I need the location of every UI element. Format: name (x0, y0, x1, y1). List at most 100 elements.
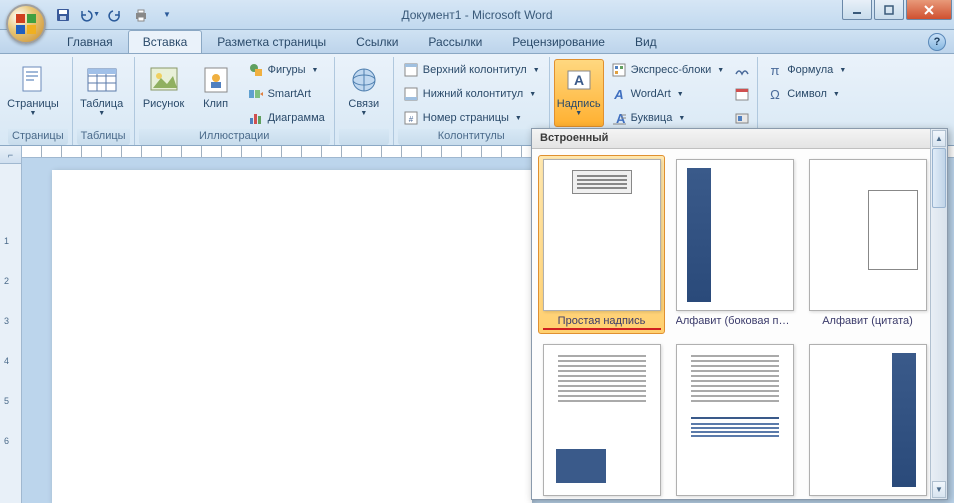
group-pages: Страницы ▼ Страницы (4, 57, 73, 145)
minimize-button[interactable] (842, 0, 872, 20)
links-button[interactable]: Связи ▼ (339, 59, 389, 127)
document-page[interactable] (52, 170, 532, 503)
gallery-item-annual-side[interactable]: Годовой отчет (боков... (804, 340, 931, 499)
group-links-label (339, 129, 389, 145)
wordart-button[interactable]: AWordArt▼ (606, 83, 730, 105)
svg-text:π: π (771, 63, 780, 78)
tab-view[interactable]: Вид (620, 30, 672, 53)
print-button[interactable] (130, 4, 152, 26)
help-button[interactable]: ? (928, 33, 946, 51)
equation-button[interactable]: πФормула▼ (762, 59, 851, 81)
thumb-annual-side (809, 344, 927, 496)
tab-references[interactable]: Ссылки (341, 30, 413, 53)
ruler-corner: ⌐ (0, 146, 21, 164)
quick-access-toolbar: ▼ ▼ (52, 4, 178, 26)
group-tables-label: Таблицы (77, 129, 130, 145)
redo-button[interactable] (104, 4, 126, 26)
footer-icon (403, 86, 419, 102)
qat-customize[interactable]: ▼ (156, 4, 178, 26)
gallery-body: Простая надпись Алфавит (боковая по... А… (532, 149, 947, 499)
gallery-item-sideline-side[interactable]: Боковая линия (боко... (538, 340, 665, 499)
table-button[interactable]: Таблица ▼ (77, 59, 127, 127)
chevron-down-icon: ▼ (833, 91, 840, 98)
svg-text:A: A (613, 87, 623, 102)
gallery-header: Встроенный (532, 129, 947, 149)
maximize-icon (884, 5, 894, 15)
date-icon (734, 86, 750, 102)
gallery-caption: Простая надпись (543, 315, 661, 330)
undo-icon (78, 7, 93, 23)
datetime-button[interactable] (731, 83, 753, 105)
tab-home[interactable]: Главная (52, 30, 128, 53)
symbol-button[interactable]: Ω Символ ▼ (762, 83, 851, 105)
thumb-alphabet-side (676, 159, 794, 311)
gallery-caption: Алфавит (цитата) (809, 315, 927, 327)
tab-review[interactable]: Рецензирование (497, 30, 620, 53)
pages-button[interactable]: Страницы ▼ (8, 59, 58, 127)
tab-mailings[interactable]: Рассылки (413, 30, 497, 53)
pagenumber-button[interactable]: #Номер страницы▼ (398, 107, 545, 129)
header-icon (403, 62, 419, 78)
scroll-down-button[interactable]: ▼ (932, 481, 946, 498)
quickparts-label: Экспресс-блоки (631, 64, 712, 76)
clip-button[interactable]: Клип (191, 59, 241, 127)
signature-button[interactable] (731, 59, 753, 81)
gallery-item-sideline-quote[interactable]: Боковая линия (цитата) (671, 340, 798, 499)
quickparts-button[interactable]: Экспресс-блоки▼ (606, 59, 730, 81)
chevron-down-icon: ▼ (533, 67, 540, 74)
gallery-item-alphabet-side[interactable]: Алфавит (боковая по... (671, 155, 798, 334)
title-bar: ▼ ▼ Документ1 - Microsoft Word (0, 0, 954, 30)
scroll-up-button[interactable]: ▲ (932, 130, 946, 147)
tab-insert[interactable]: Вставка (128, 30, 203, 53)
undo-button[interactable]: ▼ (78, 4, 100, 26)
group-headerfooter-label: Колонтитулы (398, 129, 545, 145)
shapes-icon (248, 62, 264, 78)
chevron-down-icon: ▼ (575, 110, 582, 117)
picture-icon (148, 64, 180, 96)
group-links: Связи ▼ (335, 57, 394, 145)
chart-label: Диаграмма (268, 112, 325, 124)
equation-icon: π (767, 62, 783, 78)
header-label: Верхний колонтитул (423, 64, 527, 76)
hyperlink-icon (348, 64, 380, 96)
chart-icon (248, 110, 264, 126)
thumb-alphabet-quote (809, 159, 927, 311)
footer-button[interactable]: Нижний колонтитул▼ (398, 83, 545, 105)
picture-button[interactable]: Рисунок (139, 59, 189, 127)
chevron-down-icon: ▼ (678, 115, 685, 122)
save-icon (55, 7, 71, 23)
svg-text:#: # (409, 115, 414, 124)
minimize-icon (852, 5, 862, 15)
pagenum-label: Номер страницы (423, 112, 509, 124)
group-illustrations-label: Иллюстрации (139, 129, 330, 145)
header-button[interactable]: Верхний колонтитул ▼ (398, 59, 545, 81)
scroll-thumb[interactable] (932, 148, 946, 208)
save-button[interactable] (52, 4, 74, 26)
pagenum-icon: # (403, 110, 419, 126)
office-logo-icon (14, 12, 38, 36)
symbol-label: Символ (787, 88, 827, 100)
maximize-button[interactable] (874, 0, 904, 20)
wordart-icon: A (611, 86, 627, 102)
pages-icon (17, 64, 49, 96)
office-button[interactable] (6, 4, 46, 44)
chart-button[interactable]: Диаграмма (243, 107, 330, 129)
scroll-track[interactable] (931, 148, 947, 480)
textbox-button[interactable]: A Надпись ▼ (554, 59, 604, 127)
shapes-button[interactable]: Фигуры▼ (243, 59, 330, 81)
svg-text:Ω: Ω (770, 87, 780, 102)
object-button[interactable] (731, 107, 753, 129)
dropcap-label: Буквица (631, 112, 673, 124)
gallery-scrollbar[interactable]: ▲ ▼ (930, 129, 947, 499)
smartart-button[interactable]: SmartArt (243, 83, 330, 105)
table-icon (86, 64, 118, 96)
gallery-item-simple[interactable]: Простая надпись (538, 155, 665, 334)
tab-layout[interactable]: Разметка страницы (202, 30, 341, 53)
group-illustrations: Рисунок Клип Фигуры▼ SmartArt Диаграмма … (135, 57, 335, 145)
group-headerfooter: Верхний колонтитул ▼ Нижний колонтитул▼ #… (394, 57, 550, 145)
smartart-label: SmartArt (268, 88, 311, 100)
dropcap-button[interactable]: AБуквица▼ (606, 107, 730, 129)
gallery-item-alphabet-quote[interactable]: Алфавит (цитата) (804, 155, 931, 334)
textbox-label: Надпись (557, 98, 601, 110)
close-button[interactable] (906, 0, 952, 20)
